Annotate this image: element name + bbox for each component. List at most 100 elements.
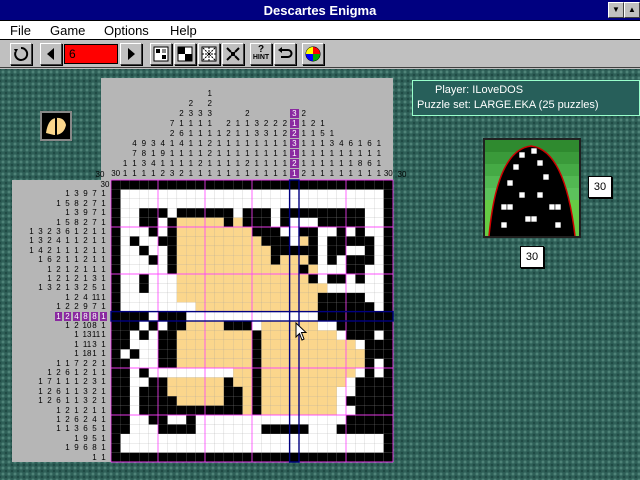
grid-cell[interactable] — [280, 321, 290, 331]
row-clue-number[interactable]: 7 — [91, 218, 98, 227]
grid-cell[interactable] — [299, 255, 309, 265]
grid-cell[interactable] — [148, 217, 159, 228]
grid-cell[interactable] — [374, 396, 384, 406]
grid-cell[interactable] — [111, 189, 121, 199]
row-clue-number[interactable]: 1 — [91, 453, 98, 462]
grid-cell[interactable] — [280, 424, 290, 434]
column-clue-number[interactable]: 1 — [327, 169, 336, 178]
grid-cell[interactable] — [327, 180, 337, 190]
grid-cell[interactable] — [242, 217, 253, 228]
row-clue-number[interactable]: 2 — [46, 396, 53, 405]
column-clue-number[interactable]: 3 — [149, 139, 158, 148]
row-clue-number[interactable]: 4 — [91, 415, 98, 424]
grid-cell[interactable] — [383, 443, 394, 453]
row-clue-number[interactable]: 3 — [46, 283, 53, 292]
grid-cell[interactable] — [252, 358, 262, 369]
column-clue-number[interactable]: 7 — [167, 119, 176, 128]
column-clue-number[interactable]: 1 — [299, 129, 308, 138]
column-clue-number[interactable]: 1 — [196, 139, 205, 148]
grid-cell[interactable] — [111, 452, 121, 463]
grid-cell[interactable] — [383, 180, 394, 190]
grid-cell[interactable] — [280, 274, 290, 284]
row-clue-number[interactable]: 1 — [100, 236, 107, 245]
grid-cell[interactable] — [195, 283, 206, 293]
restart-button[interactable] — [10, 43, 32, 65]
grid-cell[interactable] — [129, 236, 140, 246]
grid-cell[interactable] — [355, 255, 365, 265]
grid-cell[interactable] — [317, 283, 328, 293]
grid-cell[interactable] — [270, 330, 281, 340]
grid-cell[interactable] — [158, 339, 168, 350]
row-clue-number[interactable]: 2 — [82, 236, 89, 245]
grid-cell[interactable] — [205, 358, 215, 369]
grid-cell[interactable] — [317, 368, 328, 378]
grid-cell[interactable] — [176, 377, 187, 387]
grid-cell[interactable] — [308, 386, 318, 397]
row-clue-number[interactable]: 9 — [82, 434, 89, 443]
grid-cell[interactable] — [186, 274, 196, 284]
grid-cell[interactable] — [336, 339, 347, 350]
grid-cell[interactable] — [167, 339, 177, 350]
grid-cell[interactable] — [205, 180, 215, 190]
column-clue-number[interactable]: 2 — [299, 109, 308, 118]
row-clue-number[interactable]: 9 — [82, 302, 89, 311]
grid-cell[interactable] — [308, 274, 318, 284]
row-clue-number[interactable]: 1 — [37, 396, 44, 405]
grid-cell[interactable] — [364, 180, 375, 190]
row-clue-number[interactable]: 1 — [91, 406, 98, 415]
column-clue-number[interactable]: 1 — [158, 159, 167, 168]
grid-cell[interactable] — [167, 386, 177, 397]
grid-cell[interactable] — [233, 396, 243, 406]
grid-cell[interactable] — [120, 311, 130, 322]
grid-cell[interactable] — [205, 292, 215, 303]
row-clue-number[interactable]: 1 — [100, 453, 107, 462]
row-clue-number[interactable]: 3 — [91, 340, 98, 349]
row-clue-number[interactable]: 6 — [73, 415, 80, 424]
grid-cell[interactable] — [261, 274, 271, 284]
grid-cell[interactable] — [383, 245, 394, 256]
grid-cell[interactable] — [195, 452, 206, 463]
grid-cell[interactable] — [289, 368, 300, 378]
column-clue-number[interactable]: 1 — [196, 129, 205, 138]
grid-cell[interactable] — [299, 274, 309, 284]
grid-cell[interactable] — [346, 396, 356, 406]
grid-cell[interactable] — [289, 405, 300, 416]
row-clue-number[interactable]: 1 — [73, 396, 80, 405]
column-clue-number[interactable]: 1 — [120, 159, 129, 168]
grid-cell[interactable] — [252, 208, 262, 218]
grid-cell[interactable] — [214, 405, 224, 416]
column-clue-number[interactable]: 4 — [158, 139, 167, 148]
grid-cell[interactable] — [111, 283, 121, 293]
column-clue-number[interactable]: 1 — [271, 159, 280, 168]
row-clue-number[interactable]: 2 — [64, 302, 71, 311]
grid-cell[interactable] — [327, 405, 337, 416]
grid-cell[interactable] — [186, 208, 196, 218]
row-clue-number[interactable]: 1 — [100, 293, 107, 302]
grid-cell[interactable] — [327, 274, 337, 284]
grid-cell[interactable] — [242, 330, 253, 340]
grid-cell[interactable] — [327, 358, 337, 369]
grid-cell[interactable] — [280, 236, 290, 246]
column-clue-number[interactable]: 1 — [186, 119, 195, 128]
grid-cell[interactable] — [355, 236, 365, 246]
grid-cell[interactable] — [270, 405, 281, 416]
grid-cell[interactable] — [233, 292, 243, 303]
grid-cell[interactable] — [317, 180, 328, 190]
grid-cell[interactable] — [336, 302, 347, 312]
column-clue-number[interactable]: 1 — [233, 119, 242, 128]
grid-cell[interactable] — [214, 302, 224, 312]
puzzle-number-field[interactable]: 6 — [64, 44, 118, 64]
grid-cell[interactable] — [346, 339, 356, 350]
grid-cell[interactable] — [383, 386, 394, 397]
grid-cell[interactable] — [120, 358, 130, 369]
column-clue-number[interactable]: 1 — [346, 169, 355, 178]
row-clue-number[interactable]: 1 — [37, 387, 44, 396]
grid-cell[interactable] — [383, 405, 394, 416]
column-clue-number[interactable]: 1 — [308, 169, 317, 178]
column-clue-number[interactable]: 3 — [289, 139, 299, 148]
grid-cell[interactable] — [346, 302, 356, 312]
grid-cell[interactable] — [120, 339, 130, 350]
grid-cell[interactable] — [261, 217, 271, 228]
grid-cell[interactable] — [355, 396, 365, 406]
grid-cell[interactable] — [355, 217, 365, 228]
